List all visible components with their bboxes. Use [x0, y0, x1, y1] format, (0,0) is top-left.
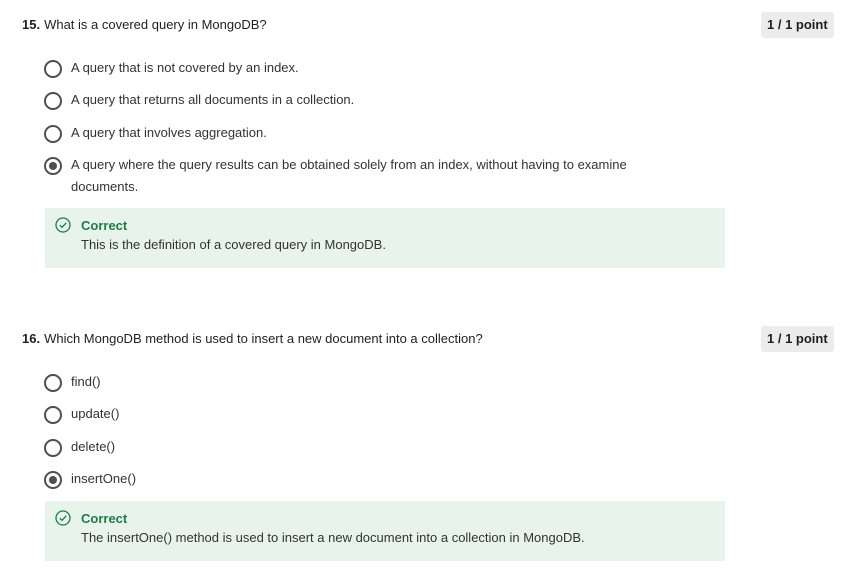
radio-button[interactable] — [44, 406, 62, 424]
option-radio-selected[interactable]: insertOne() — [44, 471, 671, 490]
points-badge: 1 / 1 point — [761, 12, 834, 38]
option-label: update() — [71, 406, 120, 421]
option-radio-selected[interactable]: A query where the query results can be o… — [44, 157, 661, 198]
option-radio[interactable]: update() — [44, 406, 671, 425]
feedback-body: This is the definition of a covered quer… — [81, 237, 386, 252]
radio-button[interactable] — [44, 60, 62, 78]
radio-button[interactable] — [44, 125, 62, 143]
option-radio[interactable]: A query that involves aggregation. — [44, 125, 671, 144]
radio-button-selected[interactable] — [44, 157, 62, 175]
points-badge: 1 / 1 point — [761, 326, 834, 352]
radio-button[interactable] — [44, 439, 62, 457]
option-label: delete() — [71, 439, 116, 454]
radio-button[interactable] — [44, 92, 62, 110]
option-radio[interactable]: A query that is not covered by an index. — [44, 60, 671, 79]
feedback-title: Correct — [81, 511, 128, 526]
question-text: What is a covered query in MongoDB? — [44, 17, 267, 32]
option-label: A query that returns all documents in a … — [71, 92, 355, 107]
question-number: 15. — [22, 17, 41, 32]
question-text: Which MongoDB method is used to insert a… — [44, 331, 483, 346]
check-circle-icon — [55, 217, 71, 233]
option-label: find() — [71, 374, 101, 389]
option-label: A query that involves aggregation. — [71, 125, 267, 140]
feedback-body: The insertOne() method is used to insert… — [81, 530, 585, 545]
option-label: A query where the query results can be o… — [71, 157, 627, 194]
question-prompt: 15. What is a covered query in MongoDB? — [22, 16, 267, 34]
option-radio[interactable]: A query that returns all documents in a … — [44, 92, 671, 111]
radio-button[interactable] — [44, 374, 62, 392]
radio-button-selected[interactable] — [44, 471, 62, 489]
feedback-box: Correct This is the definition of a cove… — [45, 208, 725, 268]
option-radio[interactable]: find() — [44, 374, 671, 393]
feedback-title: Correct — [81, 218, 128, 233]
check-circle-icon — [55, 510, 71, 526]
question-number: 16. — [22, 331, 41, 346]
option-radio[interactable]: delete() — [44, 439, 671, 458]
question-prompt: 16. Which MongoDB method is used to inser… — [22, 330, 483, 348]
option-label: A query that is not covered by an index. — [71, 60, 299, 75]
option-label: insertOne() — [71, 471, 137, 486]
feedback-box: Correct The insertOne() method is used t… — [45, 501, 725, 561]
